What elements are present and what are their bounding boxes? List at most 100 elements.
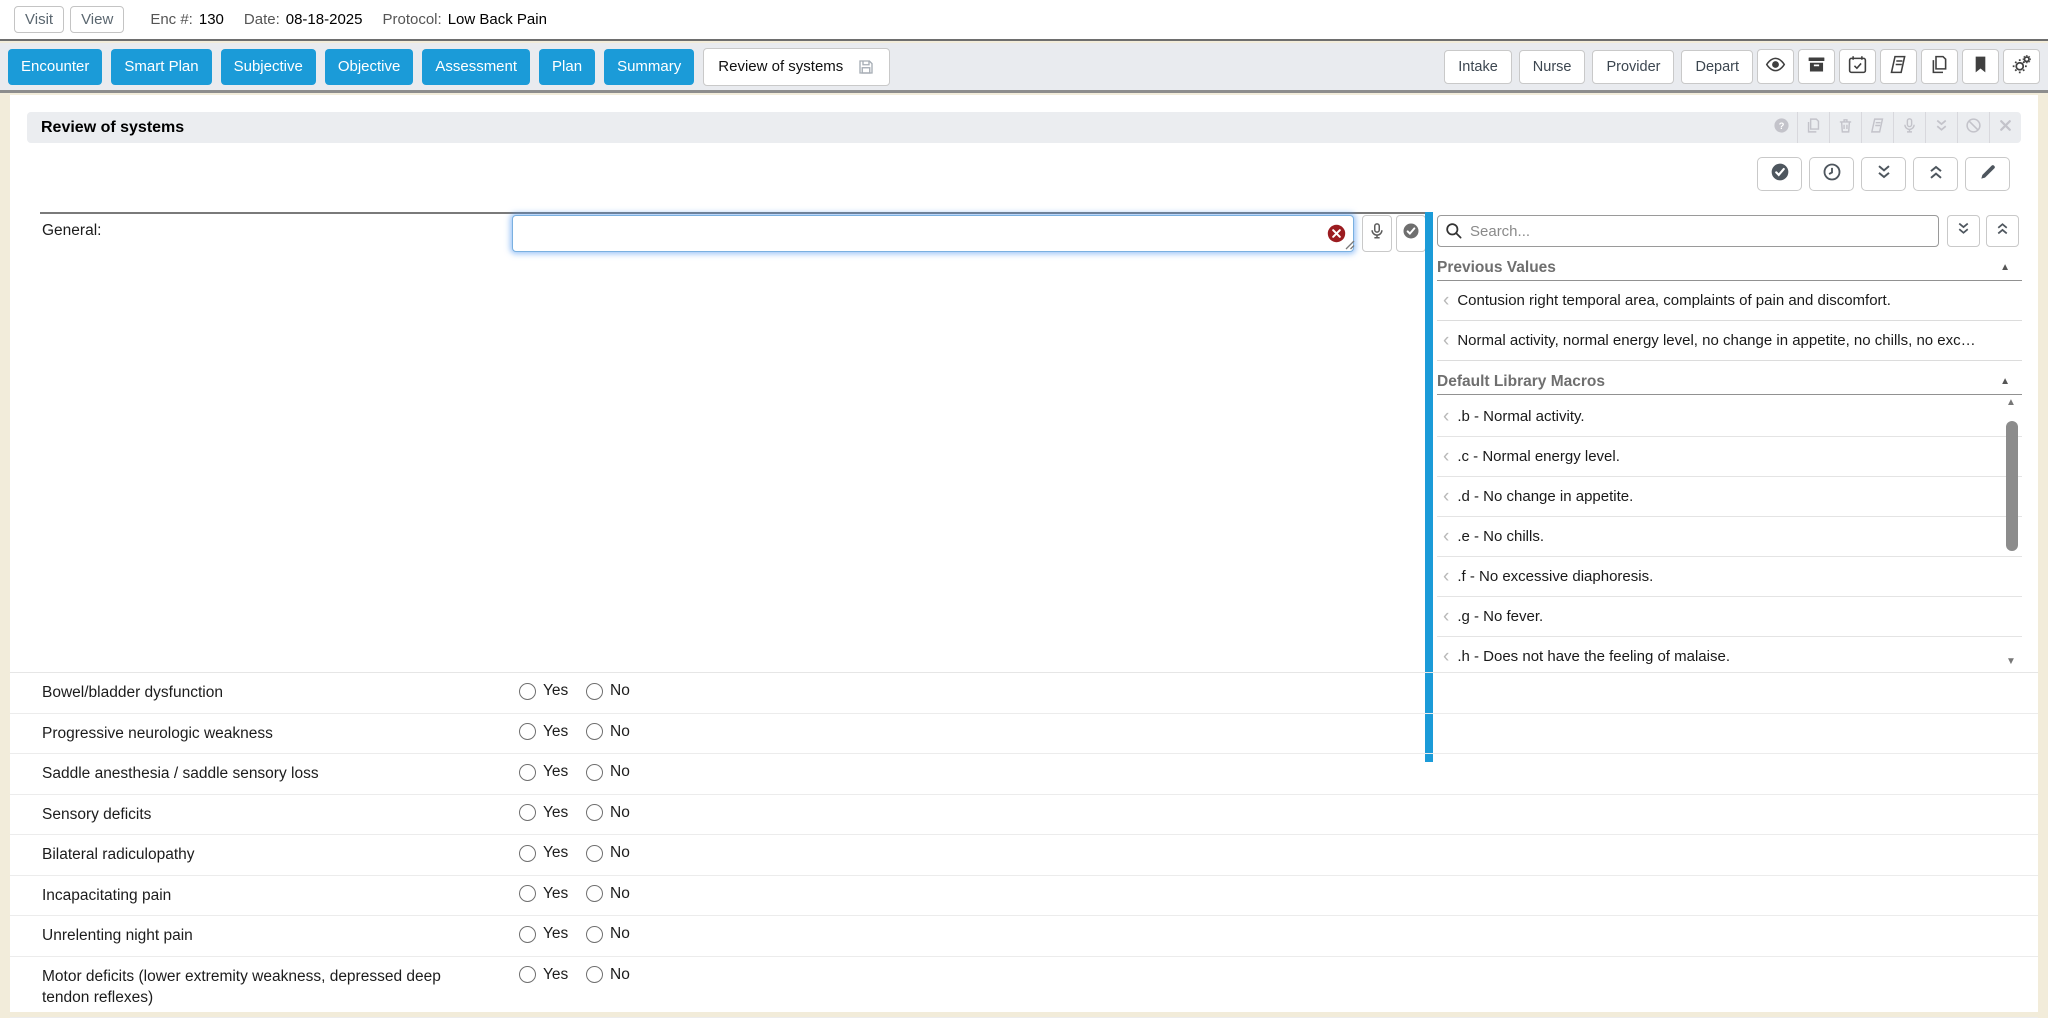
accept-general-button[interactable] — [1396, 215, 1426, 252]
sidebar-expand-button[interactable] — [1947, 215, 1980, 247]
yes-radio-group[interactable]: Yes — [519, 844, 568, 862]
tab-review-of-systems[interactable]: Review of systems — [703, 48, 890, 86]
section-tab[interactable]: Objective — [325, 49, 414, 85]
yes-radio-group[interactable]: Yes — [519, 804, 568, 822]
top-bar: Visit View Enc #: 130 Date: 08-18-2025 P… — [0, 0, 2048, 41]
collapse-all-button[interactable] — [1913, 157, 1958, 191]
stage-button[interactable]: Nurse — [1519, 50, 1586, 84]
history-button[interactable] — [1809, 157, 1854, 191]
scrollbar-thumb[interactable] — [2006, 421, 2018, 551]
copy-note-button[interactable] — [1797, 112, 1829, 143]
macro-item[interactable]: ‹ .b - Normal activity. — [1437, 397, 2022, 437]
macro-text: .e - No chills. — [1457, 528, 1544, 545]
yes-radio-group[interactable]: Yes — [519, 763, 568, 781]
no-radio[interactable] — [586, 926, 603, 943]
previous-values-header[interactable]: Previous Values ▲ — [1437, 255, 2022, 281]
delete-button[interactable] — [1829, 112, 1861, 143]
section-tab[interactable]: Smart Plan — [111, 49, 211, 85]
yes-radio-group[interactable]: Yes — [519, 966, 568, 984]
no-radio[interactable] — [586, 764, 603, 781]
pencil-icon — [1978, 162, 1998, 187]
eye-button[interactable] — [1757, 49, 1794, 84]
yes-radio[interactable] — [519, 966, 536, 983]
section-tab[interactable]: Plan — [539, 49, 595, 85]
macros-scrollbar[interactable]: ▲ ▼ — [2005, 397, 2019, 667]
help-button[interactable]: ? — [1765, 112, 1797, 143]
yes-radio[interactable] — [519, 764, 536, 781]
no-radio[interactable] — [586, 966, 603, 983]
collapse-button[interactable] — [1925, 112, 1957, 143]
stage-button[interactable]: Intake — [1444, 50, 1512, 84]
close-button[interactable] — [1989, 112, 2021, 143]
no-radio[interactable] — [586, 845, 603, 862]
yes-radio[interactable] — [519, 804, 536, 821]
question-label: Bilateral radiculopathy — [42, 844, 492, 865]
scroll-up-icon[interactable]: ▲ — [2006, 397, 2016, 408]
no-radio-group[interactable]: No — [586, 763, 630, 781]
yes-radio-group[interactable]: Yes — [519, 885, 568, 903]
no-radio[interactable] — [586, 683, 603, 700]
macro-item[interactable]: ‹ .e - No chills. — [1437, 517, 2022, 557]
no-radio[interactable] — [586, 804, 603, 821]
yes-radio-group[interactable]: Yes — [519, 682, 568, 700]
calendar-check-button[interactable] — [1839, 49, 1876, 84]
macro-item[interactable]: ‹ .g - No fever. — [1437, 597, 2022, 637]
no-radio-group[interactable]: No — [586, 885, 630, 903]
no-radio-group[interactable]: No — [586, 682, 630, 700]
macro-item[interactable]: ‹ .f - No excessive diaphoresis. — [1437, 557, 2022, 597]
journal-button[interactable] — [1880, 49, 1917, 84]
mark-normal-button[interactable] — [1757, 157, 1802, 191]
visit-button[interactable]: Visit — [14, 6, 64, 33]
section-tab[interactable]: Encounter — [8, 49, 102, 85]
yes-radio-group[interactable]: Yes — [519, 723, 568, 741]
enc-value: 130 — [199, 11, 224, 28]
yes-radio[interactable] — [519, 723, 536, 740]
yes-radio[interactable] — [519, 885, 536, 902]
double-chevron-up-icon — [1994, 220, 2011, 242]
section-tab[interactable]: Assessment — [422, 49, 530, 85]
archive-button[interactable] — [1798, 49, 1835, 84]
expand-all-button[interactable] — [1861, 157, 1906, 191]
double-chevron-down-icon — [1933, 117, 1950, 139]
no-radio-group[interactable]: No — [586, 844, 630, 862]
section-tab[interactable]: Subjective — [221, 49, 316, 85]
macro-item[interactable]: ‹ .d - No change in appetite. — [1437, 477, 2022, 517]
stage-button[interactable]: Provider — [1592, 50, 1674, 84]
date-value: 08-18-2025 — [286, 11, 363, 28]
view-button[interactable]: View — [70, 6, 124, 33]
cancel-button[interactable] — [1957, 112, 1989, 143]
macro-text: .g - No fever. — [1457, 608, 1543, 625]
general-input[interactable] — [512, 215, 1354, 252]
library-button[interactable] — [1861, 112, 1893, 143]
no-radio[interactable] — [586, 885, 603, 902]
macro-item[interactable]: ‹ .c - Normal energy level. — [1437, 437, 2022, 477]
search-input[interactable] — [1437, 215, 1939, 247]
no-radio[interactable] — [586, 723, 603, 740]
yes-radio-group[interactable]: Yes — [519, 925, 568, 943]
no-radio-group[interactable]: No — [586, 804, 630, 822]
previous-value-item[interactable]: ‹ Contusion right temporal area, complai… — [1437, 281, 2022, 321]
edit-button[interactable] — [1965, 157, 2010, 191]
no-radio-group[interactable]: No — [586, 966, 630, 984]
microphone-icon — [1368, 222, 1386, 245]
settings-button[interactable] — [2003, 49, 2040, 84]
scroll-down-icon[interactable]: ▼ — [2006, 656, 2016, 667]
dictate-button[interactable] — [1893, 112, 1925, 143]
yes-radio[interactable] — [519, 845, 536, 862]
dictate-general-button[interactable] — [1362, 215, 1392, 252]
copy-button[interactable] — [1921, 49, 1958, 84]
panel-title: Review of systems — [41, 119, 184, 137]
no-radio-group[interactable]: No — [586, 925, 630, 943]
yes-radio[interactable] — [519, 926, 536, 943]
resize-handle[interactable] — [1344, 238, 1356, 256]
bookmark-button[interactable] — [1962, 49, 1999, 84]
sidebar-collapse-button[interactable] — [1986, 215, 2019, 247]
yes-radio[interactable] — [519, 683, 536, 700]
check-circle-icon — [1770, 162, 1790, 187]
macros-header[interactable]: Default Library Macros ▲ — [1437, 369, 2022, 395]
previous-value-item[interactable]: ‹ Normal activity, normal energy level, … — [1437, 321, 2022, 361]
section-tab[interactable]: Summary — [604, 49, 694, 85]
stage-button[interactable]: Depart — [1681, 50, 1753, 84]
macro-item[interactable]: ‹ .h - Does not have the feeling of mala… — [1437, 637, 2022, 667]
no-radio-group[interactable]: No — [586, 723, 630, 741]
